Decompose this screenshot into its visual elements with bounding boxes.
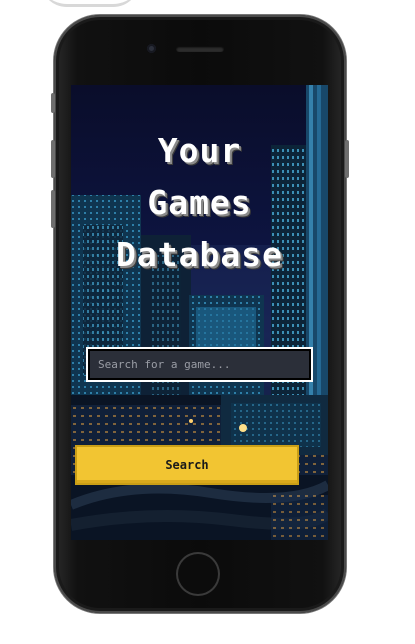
app-screen: Your Games Database Search [71,85,328,540]
title-line-2: Games [147,183,252,222]
decorative-arc [40,0,140,7]
volume-up-button [51,140,55,178]
earpiece-speaker [176,46,224,52]
phone-frame: Your Games Database Search [51,15,349,613]
page: Your Games Database Search [0,0,415,644]
title-line-1: Your [157,131,242,170]
search-input[interactable] [88,349,311,380]
volume-down-button [51,190,55,228]
page-title: Your Games Database [71,125,328,281]
search-button[interactable]: Search [75,445,299,485]
search-field-frame [86,347,313,382]
power-button [345,140,349,178]
title-line-3: Database [116,235,283,274]
front-camera [147,44,156,53]
home-button[interactable] [176,552,220,596]
mute-switch [51,93,55,113]
